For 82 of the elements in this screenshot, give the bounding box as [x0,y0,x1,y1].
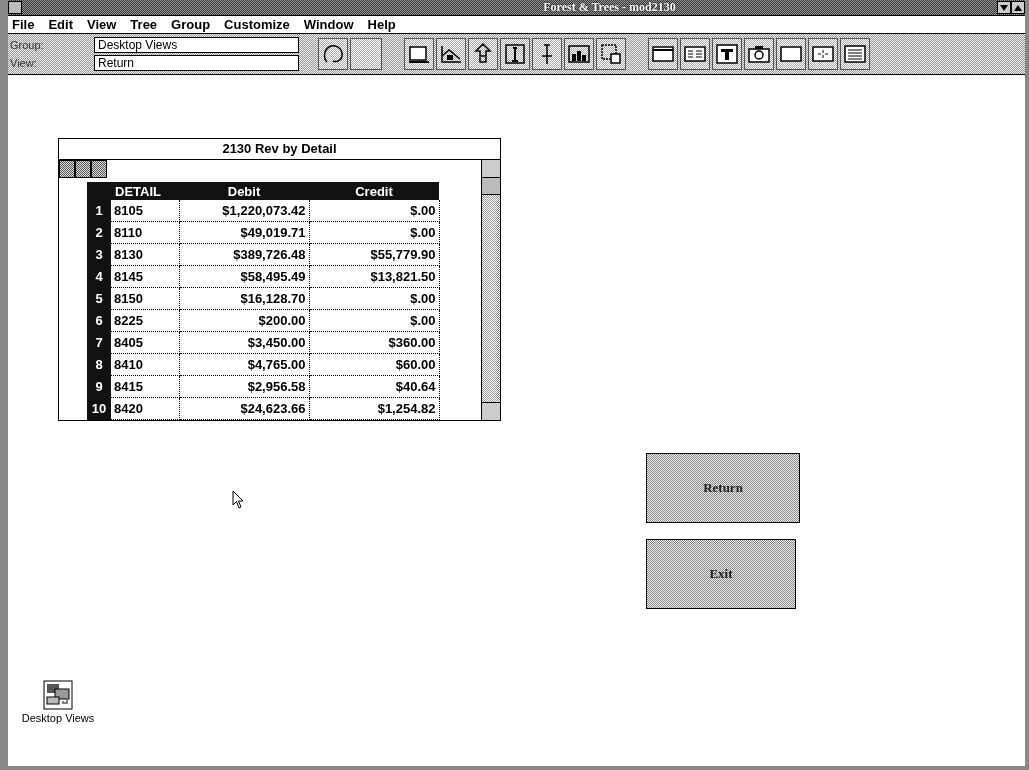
scroll-down-button[interactable] [482,402,500,420]
camera-icon[interactable] [744,38,774,70]
menu-item[interactable]: Help [367,17,396,32]
table-cell: $58,495.49 [179,265,309,288]
table-cell: $.00 [309,200,439,222]
vertical-scrollbar[interactable] [481,160,500,420]
table-cell: 8105 [111,200,179,222]
table-cell: 8410 [111,353,179,376]
desktop-views-icon[interactable] [43,680,73,710]
table-cell: $.00 [309,309,439,332]
field-label: View: [10,57,38,69]
maximize-button[interactable] [1011,1,1025,14]
row-number: 2 [87,221,111,244]
row-number: 3 [87,243,111,266]
chart-tool-icon[interactable] [436,38,466,70]
table-cell: $4,765.00 [179,353,309,376]
menu-item[interactable]: Group [171,17,211,32]
scroll-up-button[interactable] [482,160,500,178]
up-arrow-icon [1014,4,1022,11]
table-cell: $24,623.66 [179,397,309,420]
input-field[interactable]: Return [94,55,299,71]
table-cell: $200.00 [179,309,309,332]
table-cell: $1,254.82 [309,397,439,420]
document-icon[interactable] [840,38,870,70]
table-cell: 8130 [111,243,179,266]
row-number: 8 [87,353,111,376]
menu-item[interactable]: View [86,17,117,32]
menu-item[interactable]: Edit [48,17,73,32]
copy-icon[interactable] [596,38,626,70]
table-cell: 8150 [111,287,179,310]
column-header: Credit [309,182,439,200]
row-number: 9 [87,375,111,398]
minimize-button[interactable] [997,1,1011,14]
table-cell: 8225 [111,309,179,332]
row-number: 6 [87,309,111,332]
row-number: 1 [87,200,111,222]
mouse-pointer-icon [232,490,244,509]
table-cell: $1,220,073.42 [179,200,309,222]
text-tool-icon[interactable] [712,38,742,70]
table-cell: $360.00 [309,331,439,354]
row-number: 4 [87,265,111,288]
blank-tool-button[interactable] [350,38,382,70]
table-cell: $16,128.70 [179,287,309,310]
menu-item[interactable]: File [12,17,35,32]
menu-item[interactable]: Customize [224,17,290,32]
table-cell: 8415 [111,375,179,398]
table-cell: $49,019.71 [179,221,309,244]
window-tool-icon[interactable] [404,38,434,70]
table-cell: $13,821.50 [309,265,439,288]
table-cell: 8145 [111,265,179,288]
table-cell: 8420 [111,397,179,420]
table-cell: $389,726.48 [179,243,309,266]
menu-item[interactable]: Tree [130,17,158,32]
grid-chart-icon[interactable] [564,38,594,70]
table-cell: $3,450.00 [179,331,309,354]
table-cell: $.00 [309,221,439,244]
table-cell: $55,779.90 [309,243,439,266]
action-button[interactable]: Return [646,453,800,523]
window-title: Forest & Trees - mod2130 [542,0,677,15]
desktop-icon-label: Desktop Views [21,712,95,724]
row-number: 10 [87,397,111,420]
table-cell: $40.64 [309,375,439,398]
crosshair-icon[interactable] [808,38,838,70]
down-arrow-icon [1000,4,1008,11]
action-button[interactable]: Exit [646,539,796,609]
system-menu-button[interactable] [8,1,22,14]
table-cell: $2,956.58 [179,375,309,398]
table-cell: $60.00 [309,353,439,376]
table-cell: 8405 [111,331,179,354]
row-number: 7 [87,331,111,354]
column-header: Debit [179,182,309,200]
table-cell: 8110 [111,221,179,244]
row-number: 5 [87,287,111,310]
column-header: DETAIL [111,182,179,200]
menu-item[interactable]: Window [303,17,354,32]
scroll-thumb[interactable] [482,178,500,195]
rectangle-icon[interactable] [776,38,806,70]
table-cell: $.00 [309,287,439,310]
field-label: Group: [10,39,45,51]
panel-icon[interactable] [648,38,678,70]
list-icon[interactable] [680,38,710,70]
input-field[interactable]: Desktop Views [94,37,299,53]
